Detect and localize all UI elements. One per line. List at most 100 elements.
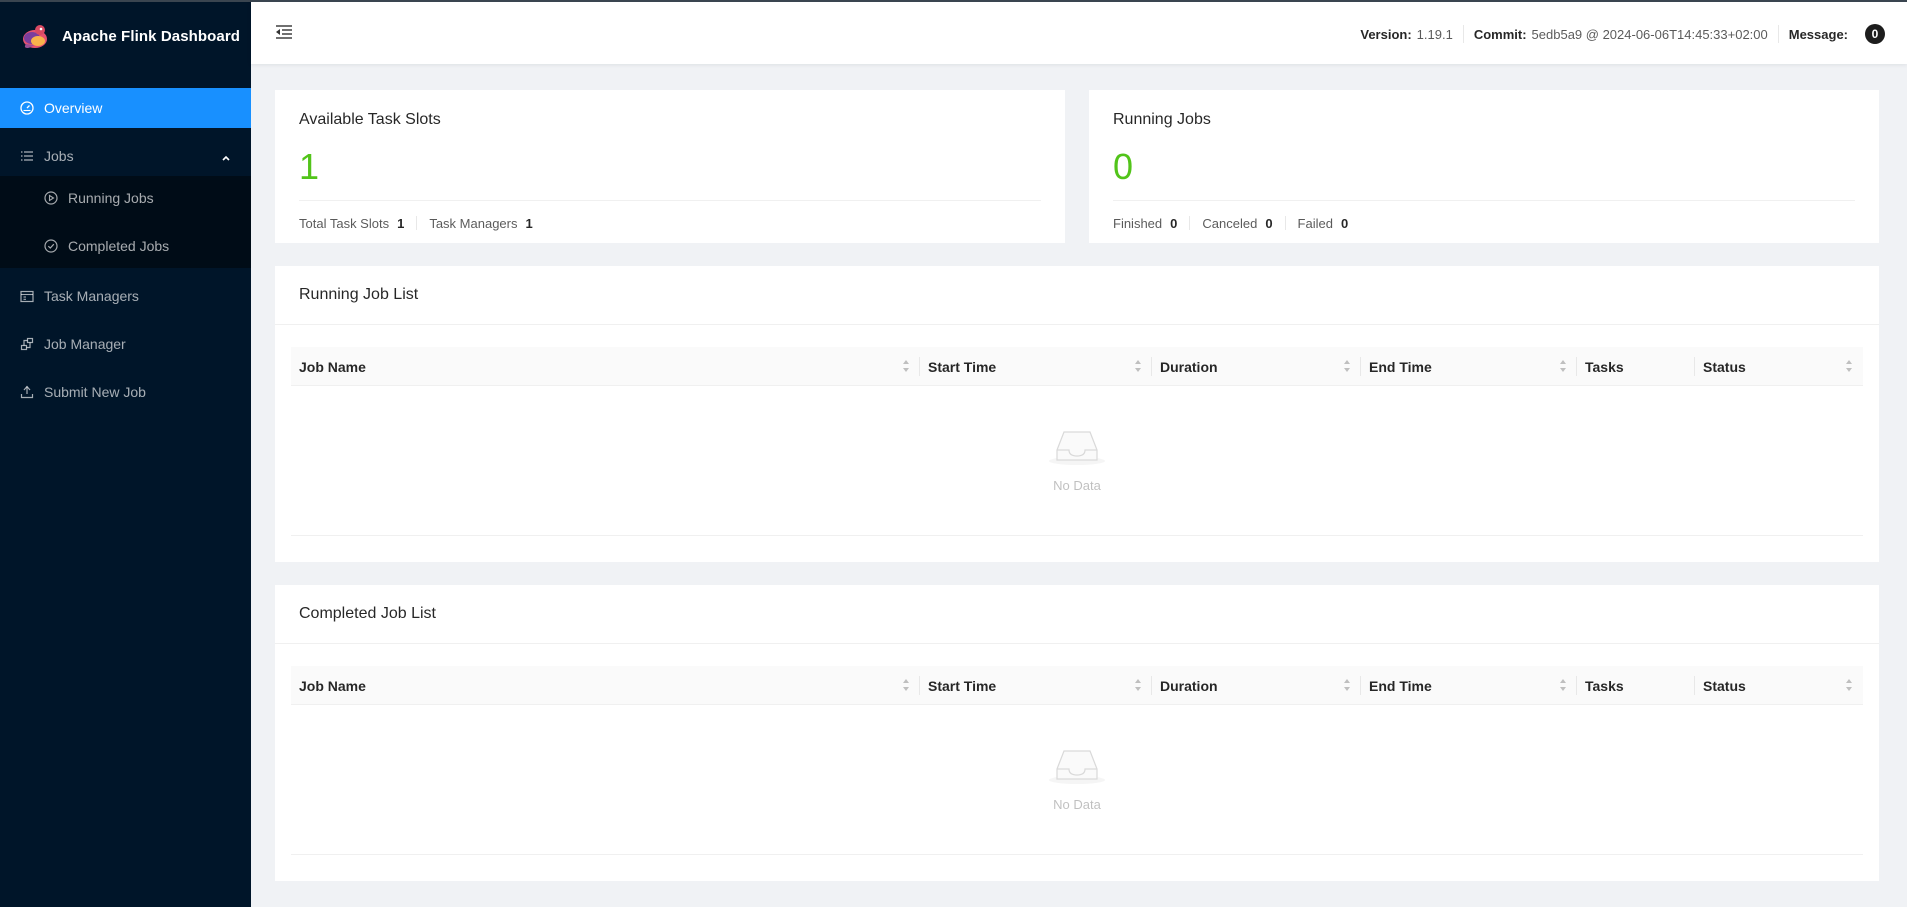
sidebar-item-label: Jobs xyxy=(44,148,74,164)
sort-icon[interactable] xyxy=(1845,359,1853,373)
sidebar-item-overview[interactable]: Overview xyxy=(0,88,251,128)
brand[interactable]: Apache Flink Dashboard xyxy=(0,2,251,70)
running-jobs-title: Running Jobs xyxy=(1113,111,1211,128)
column-header-status[interactable]: Status xyxy=(1695,666,1863,705)
commit-label: Commit: xyxy=(1473,26,1527,42)
column-header-duration[interactable]: Duration xyxy=(1152,347,1361,386)
sidebar-item-task-managers[interactable]: Task Managers xyxy=(0,276,251,316)
completed-job-list-title: Completed Job List xyxy=(275,585,1879,644)
running-job-table: Job Name Start Time Duration End Time Ta xyxy=(291,347,1863,536)
check-circle-icon xyxy=(44,239,58,253)
canceled-value: 0 xyxy=(1265,215,1273,231)
dashboard-icon xyxy=(20,101,34,115)
total-task-slots-label: Total Task Slots xyxy=(299,215,390,231)
sidebar-item-label: Job Manager xyxy=(44,336,126,352)
sort-icon[interactable] xyxy=(902,678,910,692)
commit-info: Commit: 5edb5a9 @ 2024-06-06T14:45:33+02… xyxy=(1464,25,1779,43)
version-value: 1.19.1 xyxy=(1416,26,1453,42)
chevron-up-icon xyxy=(221,150,231,166)
sidebar-item-label: Completed Jobs xyxy=(68,238,170,254)
sort-icon[interactable] xyxy=(902,359,910,373)
sort-icon[interactable] xyxy=(1845,678,1853,692)
column-label: Tasks xyxy=(1585,358,1624,375)
divider xyxy=(1113,200,1855,201)
column-label: Job Name xyxy=(299,677,366,694)
column-label: Start Time xyxy=(928,358,997,375)
failed-label: Failed xyxy=(1297,215,1333,231)
column-header-job-name[interactable]: Job Name xyxy=(291,666,920,705)
column-header-start-time[interactable]: Start Time xyxy=(920,347,1152,386)
running-jobs-meta: Finished 0 Canceled 0 Failed 0 xyxy=(1113,215,1372,231)
task-slots-card: Available Task Slots 1 Total Task Slots … xyxy=(275,90,1065,243)
divider xyxy=(299,200,1041,201)
sort-icon[interactable] xyxy=(1134,359,1142,373)
canceled-label: Canceled xyxy=(1202,215,1258,231)
column-label: Status xyxy=(1703,677,1746,694)
sidebar-item-job-manager[interactable]: Job Manager xyxy=(0,324,251,364)
message-info[interactable]: Message: 0 xyxy=(1779,24,1895,44)
header-info: Version: 1.19.1 Commit: 5edb5a9 @ 2024-0… xyxy=(1350,2,1895,66)
column-label: Job Name xyxy=(299,358,366,375)
column-header-duration[interactable]: Duration xyxy=(1152,666,1361,705)
sort-icon[interactable] xyxy=(1343,359,1351,373)
failed-value: 0 xyxy=(1340,215,1349,231)
column-header-start-time[interactable]: Start Time xyxy=(920,666,1152,705)
upload-icon xyxy=(20,385,34,399)
table-header: Job Name Start Time Duration End Time Ta xyxy=(291,666,1863,705)
message-count-badge[interactable]: 0 xyxy=(1865,24,1885,44)
column-header-end-time[interactable]: End Time xyxy=(1361,666,1577,705)
column-label: End Time xyxy=(1369,677,1432,694)
sidebar-item-label: Overview xyxy=(44,100,103,116)
sidebar-item-label: Running Jobs xyxy=(68,190,154,206)
running-job-list-card: Running Job List Job Name Start Time Dur… xyxy=(275,266,1879,562)
total-task-slots: Total Task Slots 1 xyxy=(299,215,418,231)
running-jobs-value: 0 xyxy=(1113,146,1134,187)
column-label: Status xyxy=(1703,358,1746,375)
running-jobs-card: Running Jobs 0 Finished 0 Canceled 0 Fai… xyxy=(1089,90,1879,243)
total-task-slots-value: 1 xyxy=(397,215,405,231)
sort-icon[interactable] xyxy=(1134,678,1142,692)
inbox-icon xyxy=(1045,424,1109,469)
sort-icon[interactable] xyxy=(1559,359,1567,373)
sidebar-item-completed-jobs[interactable]: Completed Jobs xyxy=(0,226,251,266)
sort-icon[interactable] xyxy=(1343,678,1351,692)
sidebar: Apache Flink Dashboard Overview Jobs Run… xyxy=(0,0,251,907)
side-menu: Overview Jobs Running Jobs Completed Job… xyxy=(0,88,251,412)
column-header-end-time[interactable]: End Time xyxy=(1361,347,1577,386)
task-slots-title: Available Task Slots xyxy=(299,111,441,128)
finished-label: Finished xyxy=(1113,215,1163,231)
task-managers-count: Task Managers 1 xyxy=(429,215,544,231)
column-header-job-name[interactable]: Job Name xyxy=(291,347,920,386)
version-label: Version: xyxy=(1360,26,1412,42)
finished-value: 0 xyxy=(1170,215,1178,231)
column-header-tasks: Tasks xyxy=(1577,347,1695,386)
version-info: Version: 1.19.1 xyxy=(1350,25,1464,43)
cluster-icon xyxy=(20,337,34,351)
schedule-icon xyxy=(20,289,34,303)
table-header: Job Name Start Time Duration End Time Ta xyxy=(291,347,1863,386)
menu-fold-icon[interactable] xyxy=(275,24,293,40)
completed-job-table: Job Name Start Time Duration End Time Ta xyxy=(291,666,1863,855)
sidebar-item-running-jobs[interactable]: Running Jobs xyxy=(0,178,251,218)
sidebar-item-label: Submit New Job xyxy=(44,384,146,400)
jobs-submenu: Running Jobs Completed Jobs xyxy=(0,176,251,268)
column-label: Start Time xyxy=(928,677,997,694)
canceled-count: Canceled 0 xyxy=(1202,215,1286,231)
top-header: Version: 1.19.1 Commit: 5edb5a9 @ 2024-0… xyxy=(251,0,1907,64)
column-label: Duration xyxy=(1160,358,1218,375)
completed-job-list-card: Completed Job List Job Name Start Time D… xyxy=(275,585,1879,881)
sidebar-item-submit-new-job[interactable]: Submit New Job xyxy=(0,372,251,412)
flink-logo xyxy=(23,25,47,48)
column-label: End Time xyxy=(1369,358,1432,375)
sidebar-item-jobs[interactable]: Jobs xyxy=(0,136,251,176)
task-managers-value: 1 xyxy=(525,215,533,231)
column-header-status[interactable]: Status xyxy=(1695,347,1863,386)
sidebar-item-label: Task Managers xyxy=(44,288,139,304)
sort-icon[interactable] xyxy=(1559,678,1567,692)
column-header-tasks: Tasks xyxy=(1577,666,1695,705)
column-label: Duration xyxy=(1160,677,1218,694)
empty-text: No Data xyxy=(1053,797,1101,812)
empty-text: No Data xyxy=(1053,478,1101,493)
list-icon xyxy=(20,149,34,163)
play-circle-icon xyxy=(44,191,58,205)
